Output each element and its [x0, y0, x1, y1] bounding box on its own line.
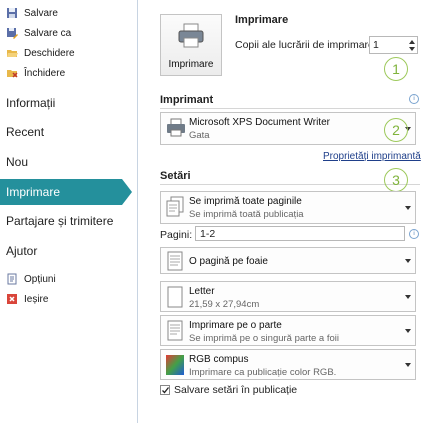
pages-label: Pagini:: [160, 229, 193, 241]
page-per-sheet-icon: [167, 251, 183, 271]
color-dropdown[interactable]: RGB compus Imprimare ca publicație color…: [160, 349, 416, 380]
sides-sub: Se imprimă pe o singură parte a foii: [189, 333, 339, 344]
nav-help-label: Ajutor: [6, 244, 38, 258]
nav-save-as-label: Salvare ca: [24, 27, 72, 39]
paper-main: Letter: [189, 286, 215, 297]
chevron-down-icon: [405, 328, 411, 333]
options-icon: [6, 273, 18, 285]
nav-close-label: Închidere: [24, 67, 66, 79]
nav-print[interactable]: Imprimare: [0, 179, 132, 205]
sides-dropdown[interactable]: Imprimare pe o parte Se imprimă pe o sin…: [160, 315, 416, 346]
nav-save[interactable]: Salvare: [6, 4, 58, 22]
chevron-down-icon: [405, 205, 411, 210]
callout-3: 3: [384, 168, 408, 192]
nav-info[interactable]: Informații: [0, 90, 137, 116]
paper-sub: 21,59 x 27,94cm: [189, 299, 260, 310]
nav-exit[interactable]: Ieșire: [6, 290, 48, 308]
color-icon: [166, 355, 184, 375]
info-icon[interactable]: i: [409, 229, 419, 239]
save-icon: [6, 7, 18, 19]
nav-close[interactable]: Închidere: [6, 64, 65, 82]
nav-exit-label: Ieșire: [24, 293, 49, 305]
print-title: Imprimare: [235, 14, 289, 26]
pages-icon: [166, 196, 184, 217]
sides-main: Imprimare pe o parte: [189, 320, 282, 331]
color-sub: Imprimare ca publicație color RGB.: [189, 367, 337, 378]
pages-input[interactable]: 1-2: [195, 226, 405, 241]
pages-per-sheet-dropdown[interactable]: O pagină pe foaie: [160, 247, 416, 274]
copies-up-icon[interactable]: [409, 40, 415, 44]
backstage-nav: Salvare Salvare ca Deschidere Închidere …: [0, 0, 138, 423]
nav-help[interactable]: Ajutor: [0, 238, 137, 264]
nav-open-label: Deschidere: [24, 47, 75, 59]
nav-save-label: Salvare: [24, 7, 58, 19]
per-sheet-main: O pagină pe foaie: [189, 256, 268, 267]
checkmark-icon: [162, 387, 170, 394]
nav-share-label: Partajare și trimitere: [6, 214, 114, 228]
printer-divider: [160, 108, 420, 109]
paper-icon: [167, 286, 183, 308]
print-button-label: Imprimare: [168, 59, 214, 70]
printer-status: Gata: [189, 130, 210, 141]
pages-dropdown[interactable]: Se imprimă toate paginile Se imprimă toa…: [160, 191, 416, 224]
folder-close-icon: [6, 67, 18, 79]
callout-2: 2: [384, 118, 408, 142]
chevron-down-icon: [405, 294, 411, 299]
printer-properties-link[interactable]: Proprietăți imprimantă: [323, 151, 421, 162]
nav-open[interactable]: Deschidere: [6, 44, 75, 62]
chevron-down-icon: [405, 258, 411, 263]
pages-option-sub: Se imprimă toată publicația: [189, 209, 304, 220]
pages-option-main: Se imprimă toate paginile: [189, 196, 302, 207]
settings-section-title: Setări: [160, 170, 191, 182]
info-icon[interactable]: i: [409, 94, 419, 104]
folder-open-icon: [6, 47, 18, 59]
printer-icon-small: [167, 118, 185, 137]
printer-dropdown[interactable]: Microsoft XPS Document Writer Gata: [160, 112, 416, 145]
pages-value: 1-2: [200, 228, 216, 240]
paper-dropdown[interactable]: Letter 21,59 x 27,94cm: [160, 281, 416, 312]
nav-share[interactable]: Partajare și trimitere: [0, 208, 137, 234]
save-settings-label: Salvare setări în publicație: [174, 384, 298, 396]
copies-value: 1: [373, 39, 379, 51]
nav-options-label: Opțiuni: [24, 273, 56, 285]
printer-name: Microsoft XPS Document Writer: [189, 117, 330, 128]
save-as-icon: [6, 27, 18, 39]
nav-new[interactable]: Nou: [0, 149, 137, 175]
one-side-icon: [167, 320, 183, 341]
nav-recent-label: Recent: [6, 125, 45, 139]
nav-options[interactable]: Opțiuni: [6, 270, 56, 288]
nav-new-label: Nou: [6, 155, 29, 169]
printer-section-title: Imprimant: [160, 94, 214, 106]
save-settings-checkbox[interactable]: [160, 385, 170, 395]
settings-divider: [160, 184, 420, 185]
nav-save-as[interactable]: Salvare ca: [6, 24, 71, 42]
nav-info-label: Informații: [6, 96, 56, 110]
callout-1: 1: [384, 57, 408, 81]
nav-print-label: Imprimare: [6, 185, 61, 199]
color-main: RGB compus: [189, 354, 249, 365]
printer-icon: [178, 23, 204, 48]
copies-stepper[interactable]: 1: [369, 36, 418, 54]
copies-down-icon[interactable]: [409, 47, 415, 51]
nav-recent[interactable]: Recent: [0, 119, 137, 145]
exit-icon: [6, 293, 18, 305]
copies-label: Copii ale lucrării de imprimare:: [235, 39, 377, 51]
print-button[interactable]: Imprimare: [160, 14, 222, 76]
chevron-down-icon: [405, 362, 411, 367]
